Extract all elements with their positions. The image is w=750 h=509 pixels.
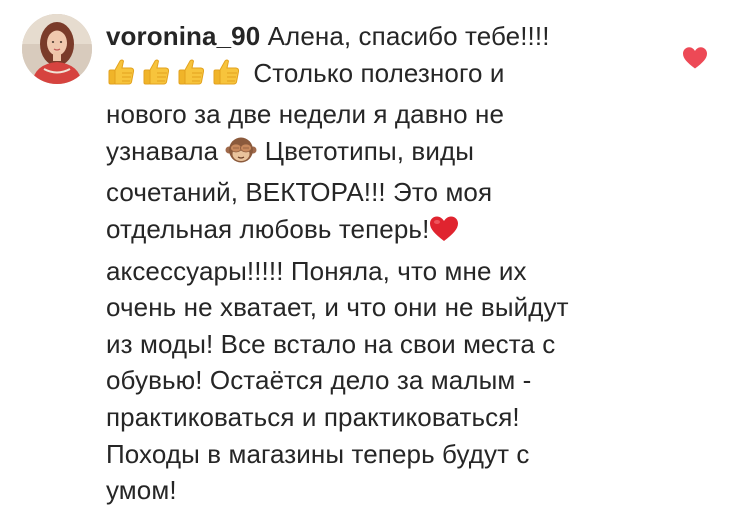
thumbs-up-icon	[211, 57, 246, 97]
comment-text-segment: Алена, спасибо тебе!!!!	[260, 21, 550, 51]
username-link[interactable]: voronina_90	[106, 21, 260, 51]
comment-line-13: умом!	[106, 475, 177, 506]
comment-line-1: voronina_90 Алена, спасибо тебе!!!!	[106, 18, 646, 55]
avatar-photo	[22, 14, 92, 84]
comment-line-5: сочетаний, ВЕКТОРА!!! Это моя	[106, 177, 493, 208]
comment-line-3: нового за две недели я давно не	[106, 99, 505, 130]
see-no-evil-monkey-icon	[225, 135, 257, 175]
comment-line-4: узнавала Цветотипы, виды	[106, 133, 646, 175]
thumbs-up-icon	[141, 57, 176, 97]
comment-text-segment: узнавала	[106, 135, 219, 166]
comment-text-segment: отдельная любовь теперь!	[106, 213, 430, 244]
comment-text-segment: Столько полезного и	[246, 57, 505, 88]
thumbs-up-icon	[106, 57, 141, 97]
comment-line-7: аксессуары!!!!! Поняла, что мне их	[106, 255, 527, 286]
heart-icon	[683, 47, 707, 69]
red-heart-icon	[429, 215, 459, 253]
comment: voronina_90 Алена, спасибо тебе!!!! Стол…	[0, 0, 750, 505]
comment-line-10: обувью! Остаётся дело за малым -	[106, 365, 532, 396]
comment-line-9: из моды! Все встало на свои места с	[106, 328, 556, 359]
thumbs-up-icon	[176, 57, 211, 97]
avatar[interactable]	[22, 14, 92, 84]
like-button[interactable]	[682, 46, 708, 70]
comment-text: voronina_90 Алена, спасибо тебе!!!! Стол…	[106, 18, 646, 509]
comment-line-8: очень не хватает, и что они не выйдут	[106, 292, 569, 323]
comment-line-11: практиковаться и практиковаться!	[106, 401, 520, 432]
comment-text-segment: Цветотипы, виды	[257, 135, 475, 166]
comment-line-12: Походы в магазины теперь будут с	[106, 438, 530, 469]
comment-line-2: Столько полезного и	[106, 55, 646, 97]
comment-line-6: отдельная любовь теперь!	[106, 211, 646, 253]
